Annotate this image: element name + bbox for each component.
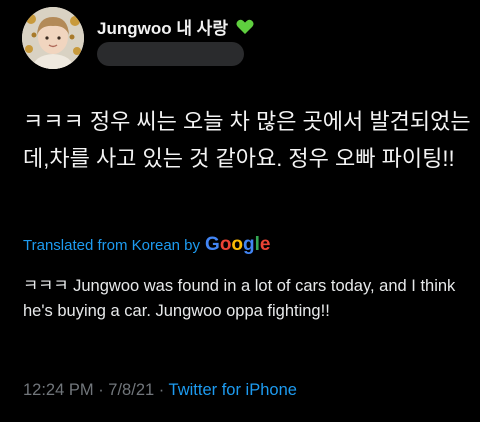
translation-attribution[interactable]: Translated from Korean by Google [23, 234, 271, 256]
google-logo: Google [205, 234, 271, 255]
meta-separator: · [154, 381, 169, 399]
tweet-meta: 12:24 PM · 7/8/21 · Twitter for iPhone [23, 381, 297, 400]
avatar-image [22, 7, 84, 69]
tweet-time[interactable]: 12:24 PM [23, 381, 94, 399]
translation-label: Translated from Korean by [23, 237, 201, 254]
meta-separator: · [93, 381, 109, 399]
redacted-username [97, 42, 244, 66]
tweet-text: ㅋㅋㅋ 정우 씨는 오늘 차 많은 곳에서 발견되었는데,차를 사고 있는 것 … [23, 109, 471, 171]
display-name-text: Jungwoo 내 사랑 [97, 19, 228, 38]
display-name[interactable]: Jungwoo 내 사랑 [97, 14, 254, 39]
tweet-date[interactable]: 7/8/21 [108, 381, 154, 399]
avatar[interactable] [22, 7, 84, 69]
tweet-source-link[interactable]: Twitter for iPhone [169, 381, 297, 399]
translated-text: ㅋㅋㅋ Jungwoo was found in a lot of cars t… [23, 277, 456, 320]
green-heart-icon [236, 19, 254, 35]
